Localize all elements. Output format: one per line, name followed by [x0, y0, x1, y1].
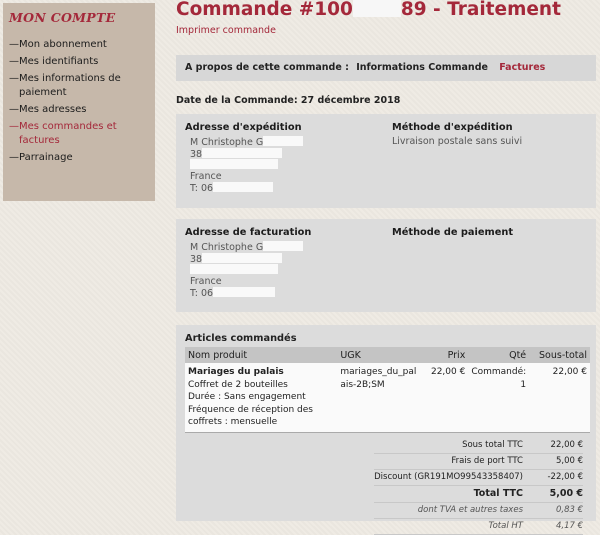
account-sidebar: MON COMPTE — Mon abonnement — Mes identi… — [3, 3, 155, 201]
redacted-block — [202, 147, 283, 158]
dash-icon: — — [9, 73, 19, 84]
redacted-block — [213, 182, 274, 192]
tab-invoices[interactable]: Factures — [499, 62, 545, 73]
col-price: Prix — [424, 347, 469, 363]
subtotal-value: 22,00 € — [550, 440, 583, 450]
dash-icon: — — [9, 104, 19, 115]
order-tabs-bar: A propos de cette commande : Information… — [176, 55, 596, 81]
redacted-block — [213, 287, 276, 297]
total-ht-value: 4,17 € — [555, 521, 583, 531]
tax-label: dont TVA et autres taxes — [417, 505, 523, 515]
totals-row-subtotal: Sous total TTC 22,00 € — [374, 438, 583, 454]
table-row: Mariages du palais Coffret de 2 bouteill… — [185, 363, 590, 433]
sidebar-item-payment-info[interactable]: — Mes informations de paiement — [9, 72, 147, 100]
totals-row-shipping: Frais de port TTC 5,00 € — [374, 454, 583, 470]
col-sku: UGK — [337, 347, 425, 363]
price-cell: 22,00 € — [424, 363, 469, 433]
shipping-address: M Christophe G 38 France T: 06 — [185, 136, 375, 194]
about-order-label: A propos de cette commande : — [185, 62, 349, 73]
payment-method-title: Méthode de paiement — [392, 227, 514, 238]
sidebar-item-label: Mes commandes et factures — [19, 121, 117, 146]
col-product-name: Nom produit — [185, 347, 338, 363]
dash-icon: — — [9, 152, 19, 163]
redacted-block — [202, 252, 283, 263]
sidebar-item-referral[interactable]: — Parrainage — [9, 151, 147, 165]
sidebar-item-label: Mes adresses — [19, 104, 87, 115]
qty-cell: Commandé: 1 — [468, 363, 530, 433]
product-option: Coffret de 2 bouteilles — [188, 379, 288, 390]
discount-value: -22,00 € — [547, 472, 583, 482]
billing-phone: T: 06 — [190, 288, 214, 299]
subtotal-label: Sous total TTC — [462, 440, 523, 450]
page-title: Commande #100 89 - Traitement — [176, 0, 561, 20]
order-title-prefix: Commande #100 — [176, 0, 353, 20]
discount-label: Discount (GR191MO99543358407) — [374, 472, 523, 482]
tax-value: 0,83 € — [555, 505, 583, 515]
totals-row-discount: Discount (GR191MO99543358407) -22,00 € — [374, 470, 583, 486]
product-option: Fréquence de réception des coffrets : me… — [188, 404, 313, 428]
sidebar-item-label: Mon abonnement — [19, 39, 107, 50]
total-ht-label: Total HT — [488, 521, 523, 531]
shipping-street: 38 — [190, 148, 203, 160]
billing-panel: Adresse de facturation M Christophe G 38… — [176, 219, 596, 312]
shipping-phone: T: 06 — [190, 183, 214, 194]
redacted-block — [263, 241, 304, 251]
qty-label: Commandé: — [471, 367, 527, 377]
redacted-block — [263, 136, 304, 146]
sidebar-item-label: Mes identifiants — [19, 56, 99, 67]
sidebar-item-orders-invoices[interactable]: — Mes commandes et factures — [9, 120, 147, 148]
print-order-link[interactable]: Imprimer commande — [176, 25, 276, 36]
sidebar-item-subscription[interactable]: — Mon abonnement — [9, 38, 147, 52]
product-option: Durée : Sans engagement — [188, 392, 306, 402]
grand-total-label: Total TTC — [473, 488, 523, 499]
shipping-address-title: Adresse d'expédition — [185, 122, 302, 133]
sku-cell: mariages_du_palais-2B;SM — [337, 363, 425, 433]
billing-address-title: Adresse de facturation — [185, 227, 312, 238]
shipping-country: France — [190, 170, 222, 182]
subtotal-cell: 22,00 € — [529, 363, 590, 433]
product-name: Mariages du palais — [188, 367, 284, 377]
shipping-panel: Adresse d'expédition M Christophe G 38 F… — [176, 114, 596, 208]
billing-address: M Christophe G 38 France T: 06 — [185, 241, 375, 299]
order-title-suffix: 89 - Traitement — [400, 0, 561, 20]
dash-icon: — — [9, 39, 19, 50]
billing-street: 38 — [190, 253, 203, 265]
shipping-fee-value: 5,00 € — [555, 456, 583, 466]
totals-row-ht: Total HT 4,17 € — [374, 519, 583, 535]
order-date: Date de la Commande: 27 décembre 2018 — [176, 95, 401, 106]
ordered-items-panel: Articles commandés Nom produit UGK Prix … — [176, 325, 596, 535]
redacted-block — [352, 0, 401, 17]
shipping-name: M Christophe G — [190, 137, 264, 148]
sidebar-title: MON COMPTE — [9, 10, 116, 25]
billing-name: M Christophe G — [190, 242, 264, 253]
shipping-fee-label: Frais de port TTC — [451, 456, 523, 466]
redacted-block — [190, 159, 278, 169]
dash-icon: — — [9, 56, 19, 67]
col-subtotal: Sous-total — [529, 347, 590, 363]
dash-icon: — — [9, 121, 19, 132]
billing-country: France — [190, 275, 222, 287]
tab-order-info[interactable]: Informations Commande — [356, 62, 488, 73]
order-totals: Sous total TTC 22,00 € Frais de port TTC… — [374, 438, 583, 535]
sidebar-item-addresses[interactable]: — Mes adresses — [9, 103, 147, 117]
totals-row-tax: dont TVA et autres taxes 0,83 € — [374, 503, 583, 519]
items-table: Nom produit UGK Prix Qté Sous-total Mari… — [185, 347, 590, 433]
qty-value: 1 — [520, 379, 527, 390]
product-cell: Mariages du palais Coffret de 2 bouteill… — [185, 363, 338, 433]
grand-total-value: 5,00 € — [549, 488, 583, 499]
sidebar-item-credentials[interactable]: — Mes identifiants — [9, 55, 147, 69]
shipping-method-value: Livraison postale sans suivi — [392, 136, 523, 147]
items-title: Articles commandés — [185, 333, 297, 344]
col-qty: Qté — [468, 347, 530, 363]
redacted-block — [190, 264, 278, 274]
sidebar-item-label: Mes informations de paiement — [19, 73, 121, 98]
shipping-method-title: Méthode d'expédition — [392, 122, 513, 133]
totals-row-grand-total: Total TTC 5,00 € — [374, 486, 583, 503]
sidebar-item-label: Parrainage — [19, 152, 73, 163]
